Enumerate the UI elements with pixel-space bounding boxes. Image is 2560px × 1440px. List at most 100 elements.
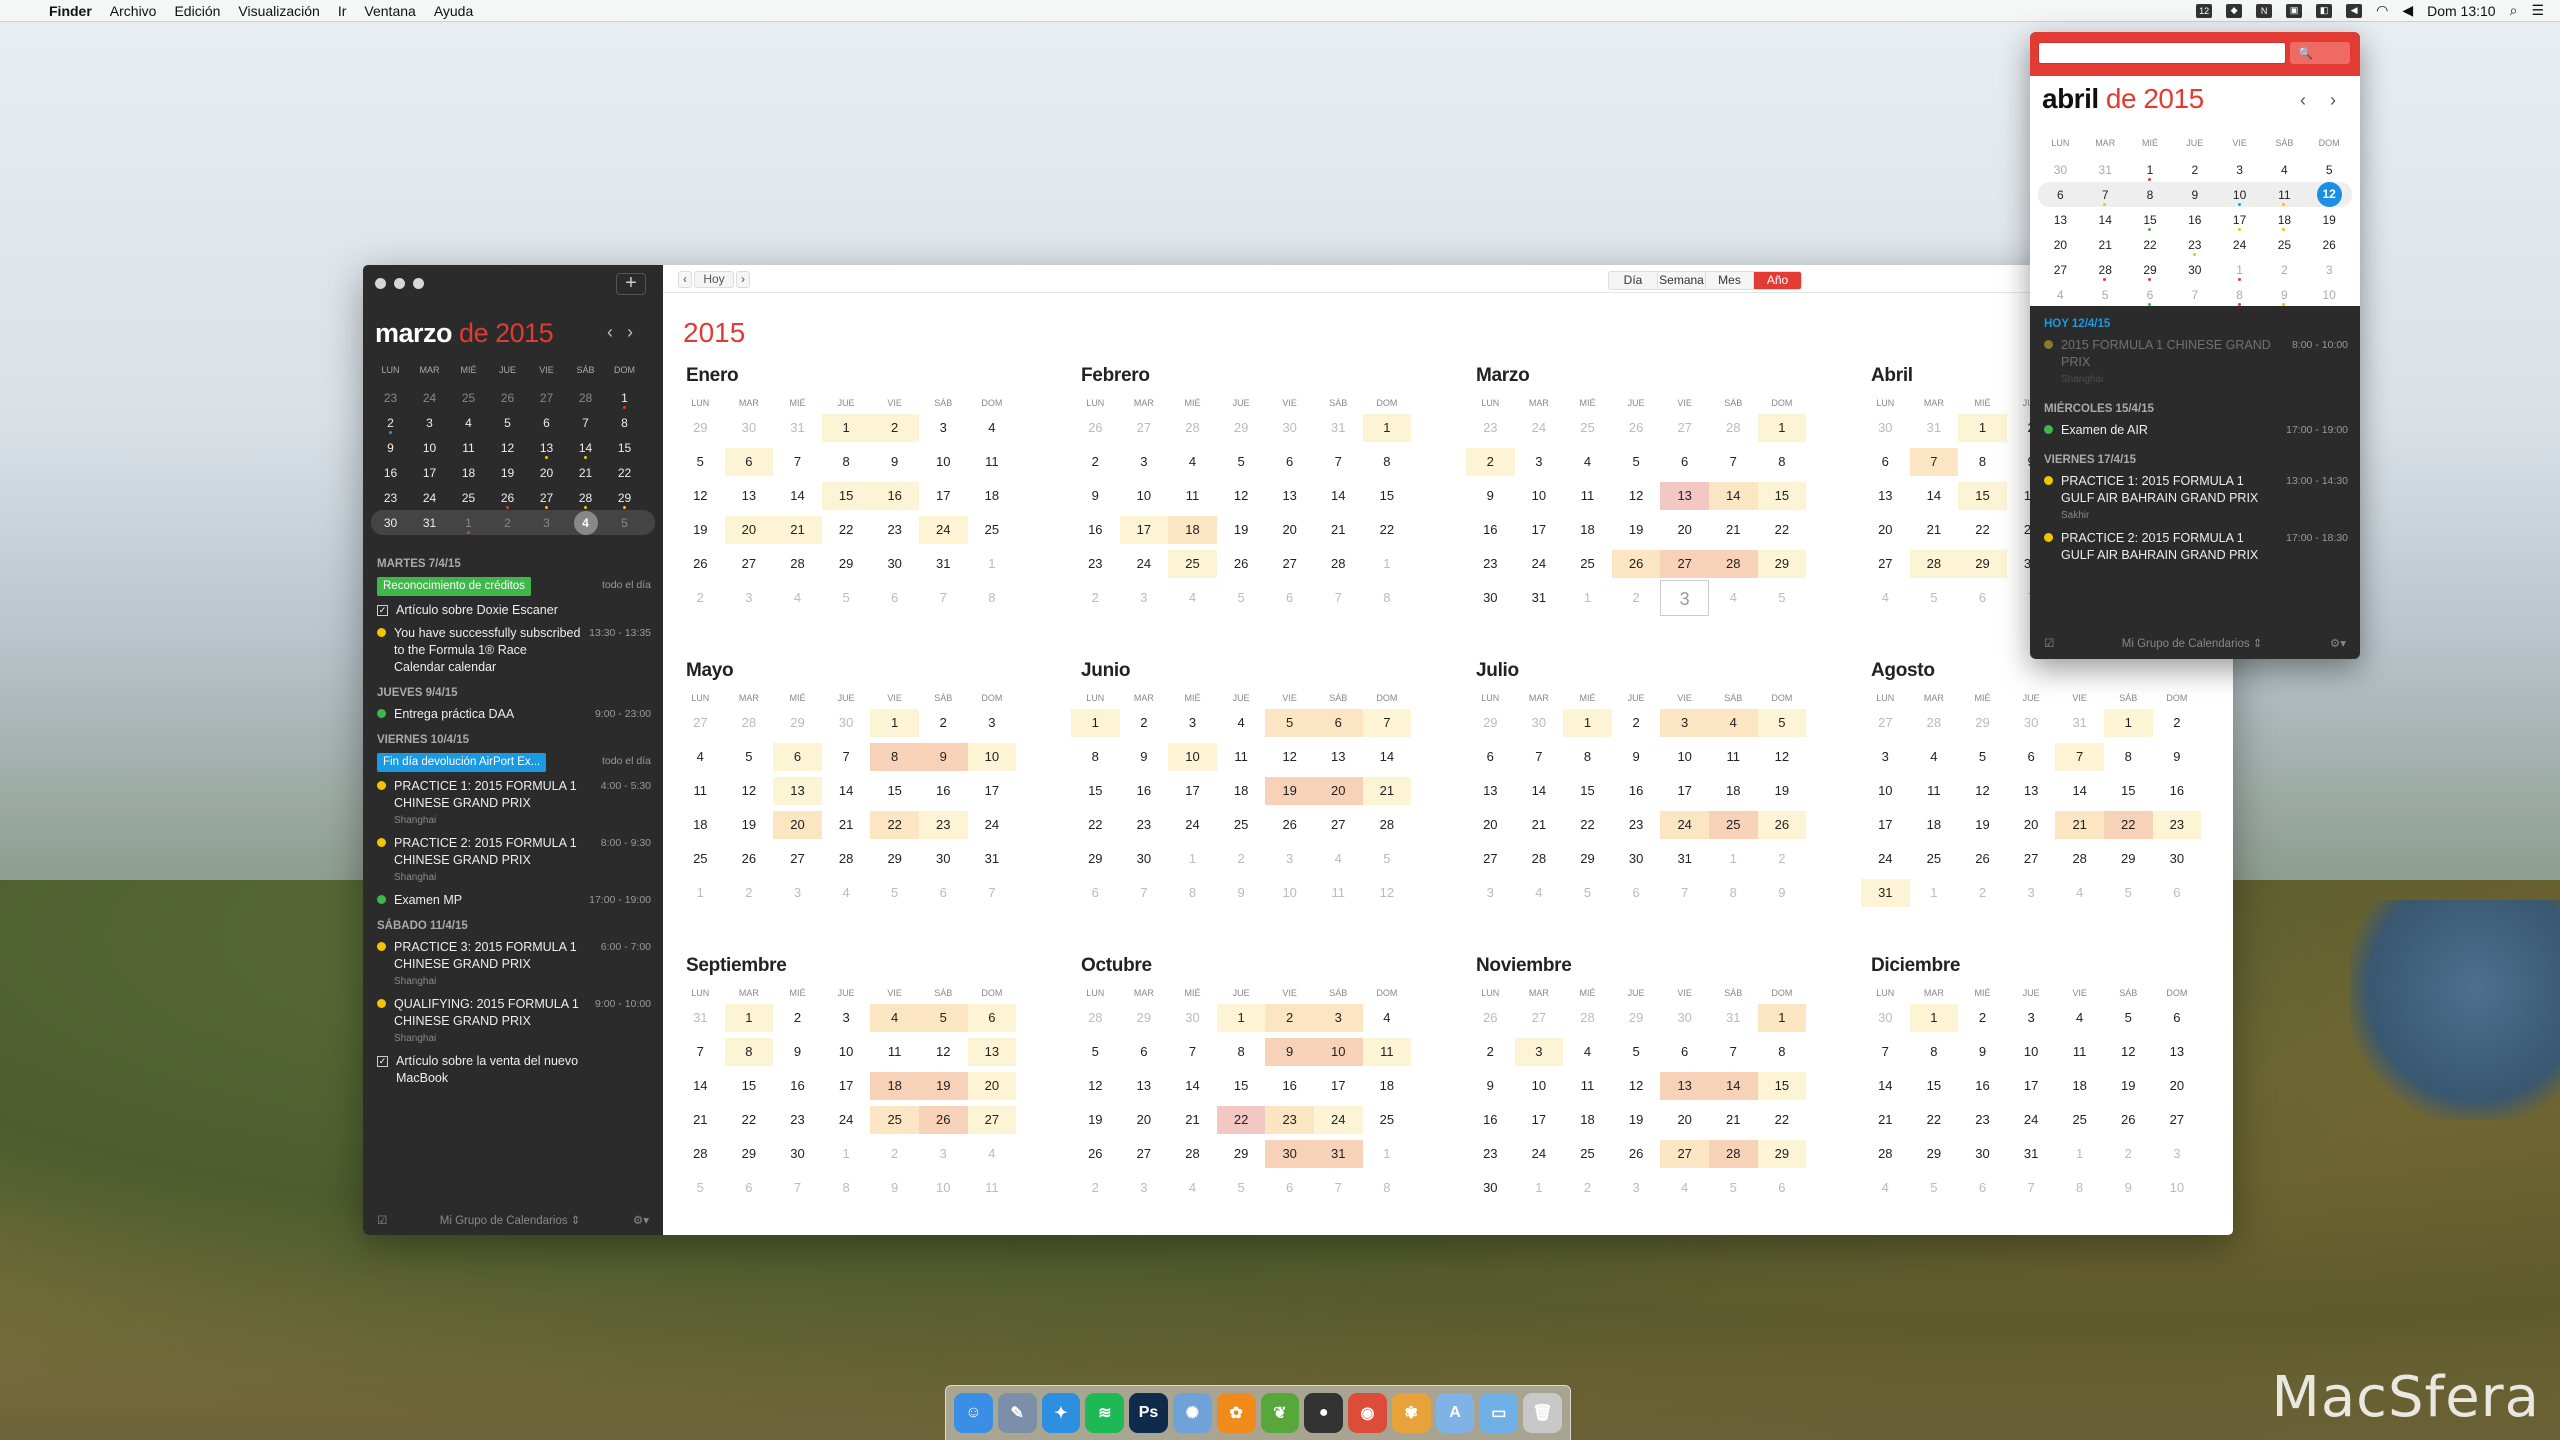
day-cell[interactable]: 2 <box>1466 1038 1515 1066</box>
day-cell[interactable]: 3 <box>1660 709 1709 737</box>
mini-day-cell[interactable]: 21 <box>566 466 605 480</box>
next-year-chevron-icon[interactable]: › <box>736 271 750 288</box>
day-cell[interactable]: 5 <box>1758 584 1807 612</box>
popover-day-cell[interactable]: 29 <box>2128 263 2173 281</box>
popover-search-input[interactable] <box>2038 42 2286 64</box>
day-cell[interactable]: 9 <box>1217 879 1266 907</box>
day-cell[interactable]: 24 <box>1861 845 1910 873</box>
popover-day-cell[interactable]: 17 <box>2217 213 2262 231</box>
day-cell[interactable]: 24 <box>1313 1106 1363 1134</box>
popover-tasks-icon[interactable]: ☑ <box>2044 636 2054 650</box>
menu-ayuda[interactable]: Ayuda <box>425 3 482 19</box>
day-cell[interactable]: 31 <box>773 414 822 442</box>
day-cell[interactable]: 17 <box>822 1072 871 1100</box>
day-cell[interactable]: 27 <box>1265 550 1314 578</box>
day-cell[interactable]: 6 <box>1265 448 1314 476</box>
day-cell[interactable]: 20 <box>1466 811 1515 839</box>
day-cell[interactable]: 29 <box>1120 1004 1169 1032</box>
day-cell[interactable]: 28 <box>1071 1004 1120 1032</box>
day-cell[interactable]: 1 <box>1071 709 1120 737</box>
day-cell[interactable]: 21 <box>1910 516 1959 544</box>
day-cell[interactable]: 28 <box>725 709 774 737</box>
day-cell[interactable]: 2 <box>1265 1004 1314 1032</box>
day-cell[interactable]: 14 <box>1314 482 1363 510</box>
popover-day-cell[interactable]: 7 <box>2172 288 2217 302</box>
day-cell[interactable]: 5 <box>1563 879 1612 907</box>
mini-day-cell[interactable]: 5 <box>605 516 644 530</box>
mini-day-cell[interactable]: 2 <box>371 416 410 434</box>
day-cell[interactable]: 21 <box>1861 1106 1910 1134</box>
day-cell[interactable]: 2 <box>919 709 968 737</box>
day-cell[interactable]: 17 <box>1119 516 1169 544</box>
popover-day-cell[interactable]: 10 <box>2217 188 2262 206</box>
day-cell[interactable]: 5 <box>1910 1174 1959 1202</box>
day-cell[interactable]: 28 <box>2055 845 2104 873</box>
day-cell[interactable]: 20 <box>1861 516 1910 544</box>
day-cell[interactable]: 3 <box>1861 743 1910 771</box>
day-cell[interactable]: 22 <box>1958 516 2007 544</box>
day-cell[interactable]: 21 <box>2055 811 2104 839</box>
day-cell[interactable]: 16 <box>1265 1072 1314 1100</box>
day-cell[interactable]: 3 <box>2153 1140 2202 1168</box>
apps-dock-icon[interactable]: A <box>1435 1393 1475 1433</box>
day-cell[interactable]: 3 <box>1313 1004 1363 1032</box>
day-cell[interactable]: 24 <box>1168 811 1217 839</box>
day-cell[interactable]: 9 <box>1758 879 1807 907</box>
day-cell[interactable]: 8 <box>2055 1174 2104 1202</box>
day-cell[interactable]: 18 <box>1563 1106 1612 1134</box>
day-cell[interactable]: 19 <box>2104 1072 2153 1100</box>
day-cell[interactable]: 29 <box>773 709 822 737</box>
day-cell[interactable]: 1 <box>676 879 725 907</box>
day-cell[interactable]: 31 <box>1660 845 1709 873</box>
day-cell[interactable]: 15 <box>870 777 919 805</box>
day-cell[interactable]: 4 <box>1660 1174 1709 1202</box>
day-cell[interactable]: 3 <box>725 584 774 612</box>
tweetbot-dock-icon[interactable]: ✺ <box>1172 1393 1212 1433</box>
day-cell[interactable]: 11 <box>968 1174 1017 1202</box>
day-cell[interactable]: 24 <box>918 516 968 544</box>
tab-week[interactable]: Semana <box>1657 272 1705 289</box>
day-cell[interactable]: 30 <box>2007 709 2056 737</box>
preview-dock-icon[interactable]: ✎ <box>997 1393 1037 1433</box>
day-cell[interactable]: 20 <box>1660 516 1709 544</box>
day-cell[interactable]: 22 <box>725 1106 774 1134</box>
day-cell[interactable]: 10 <box>1660 743 1709 771</box>
day-cell[interactable]: 13 <box>725 482 774 510</box>
day-cell[interactable]: 8 <box>1758 1038 1807 1066</box>
day-cell[interactable]: 6 <box>724 448 774 476</box>
day-cell[interactable]: 30 <box>1265 1140 1314 1168</box>
close-button[interactable] <box>375 278 386 289</box>
day-cell[interactable]: 17 <box>968 777 1017 805</box>
agenda-event[interactable]: PRACTICE 2: 2015 FORMULA 1 CHINESE GRAND… <box>363 832 663 889</box>
popover-day-cell[interactable]: 28 <box>2083 263 2128 281</box>
mini-day-cell[interactable]: 27 <box>527 491 566 509</box>
day-cell[interactable]: 5 <box>1363 845 1412 873</box>
day-cell[interactable]: 1 <box>1362 414 1412 442</box>
day-cell[interactable]: 23 <box>1612 811 1661 839</box>
day-cell[interactable]: 13 <box>1660 1072 1709 1100</box>
day-cell[interactable]: 8 <box>1217 1038 1266 1066</box>
mini-day-cell[interactable]: 24 <box>410 391 449 405</box>
day-cell[interactable]: 26 <box>1217 550 1266 578</box>
day-cell[interactable]: 30 <box>1660 1004 1709 1032</box>
day-cell[interactable]: 28 <box>1168 1140 1217 1168</box>
volume-icon[interactable]: ◀ <box>2402 2 2413 19</box>
day-cell[interactable]: 26 <box>1757 811 1807 839</box>
day-cell[interactable]: 5 <box>1217 448 1266 476</box>
day-cell[interactable]: 29 <box>1071 845 1120 873</box>
day-cell[interactable]: 28 <box>1909 550 1959 578</box>
day-cell[interactable]: 9 <box>1466 1072 1515 1100</box>
popover-day-cell[interactable]: 1 <box>2217 263 2262 281</box>
day-cell[interactable]: 17 <box>1314 1072 1363 1100</box>
dropbox-tray-icon[interactable]: ◆ <box>2226 3 2243 18</box>
mini-day-cell[interactable]: 13 <box>527 441 566 459</box>
mini-day-cell[interactable]: 25 <box>449 491 488 505</box>
menu-edicion[interactable]: Edición <box>165 3 229 19</box>
day-cell[interactable]: 14 <box>676 1072 725 1100</box>
day-cell[interactable]: 2 <box>870 1140 919 1168</box>
day-cell[interactable]: 2 <box>1120 709 1169 737</box>
day-cell[interactable]: 15 <box>1757 482 1807 510</box>
mini-day-cell[interactable]: 23 <box>371 391 410 405</box>
day-cell[interactable]: 17 <box>1660 777 1709 805</box>
day-cell[interactable]: 7 <box>1909 448 1959 476</box>
